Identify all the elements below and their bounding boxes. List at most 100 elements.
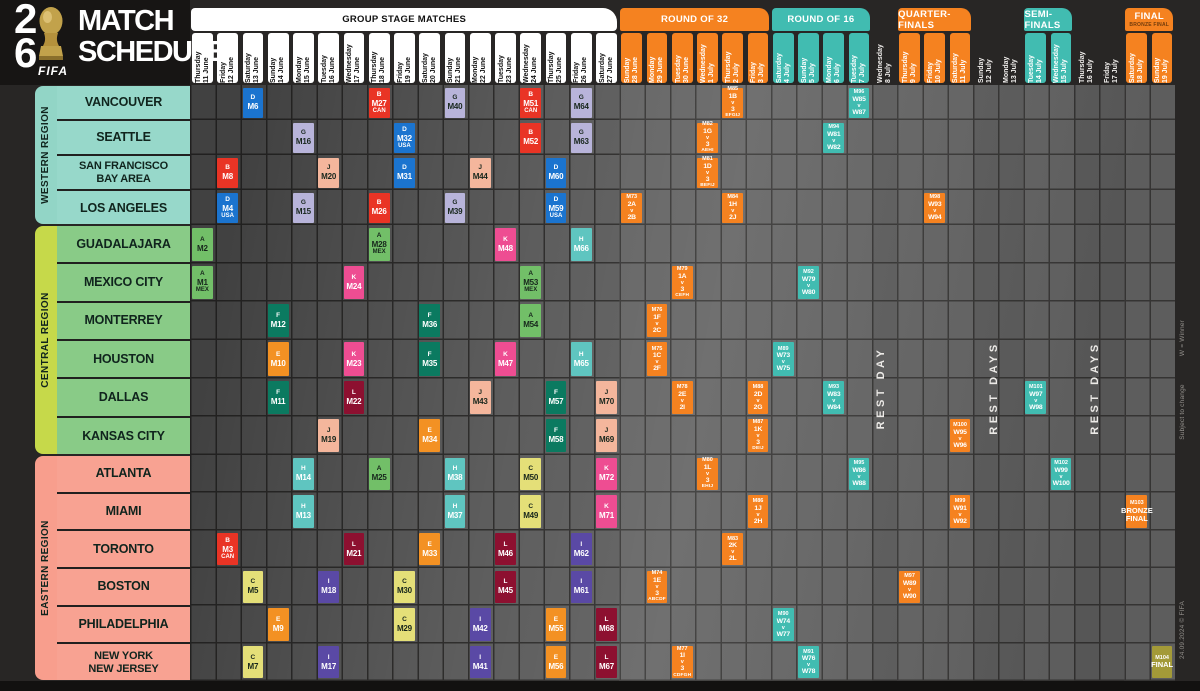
match-cell-M64: GM64 bbox=[571, 88, 592, 118]
date-weekday: Saturday bbox=[245, 33, 253, 83]
match-cell-M62: IM62 bbox=[571, 533, 592, 566]
city-label: MONTERREY bbox=[57, 303, 190, 341]
date-header-30: Saturday11 July bbox=[949, 33, 971, 83]
match-cell-M20: JM20 bbox=[318, 158, 339, 188]
match-cell-M40: GM40 bbox=[445, 88, 466, 118]
match-cell-M59: DM59USA bbox=[546, 193, 567, 223]
date-weekday: Friday bbox=[397, 33, 405, 83]
date-value: 14 June bbox=[278, 33, 286, 83]
match-code: M55 bbox=[548, 624, 563, 633]
match-cell-M3: BM3CAN bbox=[217, 533, 238, 566]
date-weekday: Monday bbox=[296, 33, 304, 83]
match-code: M9 bbox=[273, 624, 284, 633]
match-group-letter: C bbox=[528, 465, 533, 473]
match-team2: W75 bbox=[777, 365, 790, 372]
match-group-letter: I bbox=[580, 541, 582, 549]
match-title: FINAL bbox=[1151, 661, 1173, 669]
match-code: M20 bbox=[321, 172, 336, 181]
match-group-letter: D bbox=[225, 196, 230, 204]
city-label: MIAMI bbox=[57, 494, 190, 532]
match-cell-M63: GM63 bbox=[571, 123, 592, 153]
match-cell-M43: JM43 bbox=[470, 381, 491, 414]
match-team1: W89 bbox=[903, 580, 916, 587]
match-cell-M55: EM55 bbox=[546, 608, 567, 641]
city-label: VANCOUVER bbox=[57, 86, 190, 121]
match-group-letter: A bbox=[200, 270, 205, 278]
match-code: M40 bbox=[447, 102, 462, 111]
match-team1: 1A bbox=[678, 273, 686, 280]
match-team1: 1H bbox=[729, 201, 737, 208]
match-cell-M70: JM70 bbox=[596, 381, 617, 414]
date-weekday: Friday bbox=[1104, 33, 1112, 83]
region-label-2: EASTERN REGION bbox=[35, 468, 57, 668]
side-note-2: 24.09.2024 © FIFA bbox=[1179, 575, 1189, 685]
match-code: M21 bbox=[346, 549, 361, 558]
city-column-1: GUADALAJARAMEXICO CITYMONTERREYHOUSTONDA… bbox=[57, 226, 190, 454]
match-group-letter: E bbox=[276, 351, 280, 359]
match-host-team: USA bbox=[221, 213, 234, 220]
match-group-letter: B bbox=[225, 537, 230, 545]
match-team1: 2K bbox=[729, 542, 737, 549]
city-label: LOS ANGELES bbox=[57, 191, 190, 226]
match-team2: 3 bbox=[706, 141, 710, 148]
match-cell-M13: HM13 bbox=[293, 495, 314, 528]
phase-band-sublabel: BRONZE FINAL bbox=[1129, 22, 1169, 28]
date-value: 19 June bbox=[405, 33, 413, 83]
fifa-2026-logo: 2 6 FIFA MATCHSCHEDULE bbox=[0, 0, 190, 85]
date-value: 4 July bbox=[784, 33, 792, 83]
date-value: 13 June bbox=[253, 33, 261, 83]
match-group-letter: L bbox=[604, 654, 608, 662]
match-cell-M101: M101W97vW98 bbox=[1025, 381, 1046, 414]
phase-band-r32: ROUND OF 32 bbox=[620, 8, 769, 31]
match-team2: 3 bbox=[680, 665, 684, 672]
date-header-18: Monday29 June bbox=[646, 33, 668, 83]
match-code: M7 bbox=[248, 662, 259, 671]
date-header-5: Tuesday16 June bbox=[318, 33, 340, 83]
date-weekday: Monday bbox=[1003, 33, 1011, 83]
date-value: 3 July bbox=[758, 33, 766, 83]
match-code: M43 bbox=[473, 397, 488, 406]
match-group-letter: G bbox=[301, 129, 306, 137]
third-place-groups: DEIJ bbox=[752, 446, 763, 452]
match-code: M5 bbox=[248, 586, 259, 595]
date-header-25: Monday6 July bbox=[823, 33, 845, 83]
match-group-letter: B bbox=[377, 91, 382, 99]
date-weekday: Friday bbox=[927, 33, 935, 83]
rest-label-1: REST DAYS bbox=[988, 308, 1008, 468]
match-cell-M46: LM46 bbox=[495, 533, 516, 566]
match-team1: 1K bbox=[754, 426, 762, 433]
match-cell-M4: DM4USA bbox=[217, 193, 238, 223]
match-group-letter: F bbox=[428, 312, 432, 320]
match-cell-M11: FM11 bbox=[268, 381, 289, 414]
date-header-15: Friday26 June bbox=[570, 33, 592, 83]
match-group-letter: J bbox=[478, 164, 482, 172]
date-header-29: Friday10 July bbox=[924, 33, 946, 83]
match-group-letter: E bbox=[276, 616, 280, 624]
match-group-letter: H bbox=[453, 503, 458, 511]
match-cell-M35: FM35 bbox=[419, 342, 440, 375]
match-group-letter: J bbox=[605, 389, 609, 397]
match-group-letter: A bbox=[528, 270, 533, 278]
match-cell-M72: KM72 bbox=[596, 458, 617, 491]
date-weekday: Thursday bbox=[548, 33, 556, 83]
match-cell-M37: HM37 bbox=[445, 495, 466, 528]
date-header-13: Wednesday24 June bbox=[520, 33, 542, 83]
date-weekday: Friday bbox=[220, 33, 228, 83]
date-header-34: Wednesday15 July bbox=[1050, 33, 1072, 83]
match-code: M29 bbox=[397, 624, 412, 633]
match-code: M19 bbox=[321, 435, 336, 444]
match-cell-M32: DM32USA bbox=[394, 123, 415, 153]
match-cell-M31: DM31 bbox=[394, 158, 415, 188]
match-code: M37 bbox=[447, 511, 462, 520]
match-cell-M92: M92W79vW80 bbox=[798, 266, 819, 299]
match-cell-M16: GM16 bbox=[293, 123, 314, 153]
date-weekday: Sunday bbox=[447, 33, 455, 83]
date-value: 23 June bbox=[506, 33, 514, 83]
match-code: M22 bbox=[346, 397, 361, 406]
match-team2: 2J bbox=[729, 214, 736, 221]
phase-band-r16: ROUND OF 16 bbox=[772, 8, 870, 31]
date-value: 21 June bbox=[455, 33, 463, 83]
date-value: 15 June bbox=[304, 33, 312, 83]
match-cell-M19: JM19 bbox=[318, 419, 339, 452]
match-group-letter: H bbox=[579, 351, 584, 359]
